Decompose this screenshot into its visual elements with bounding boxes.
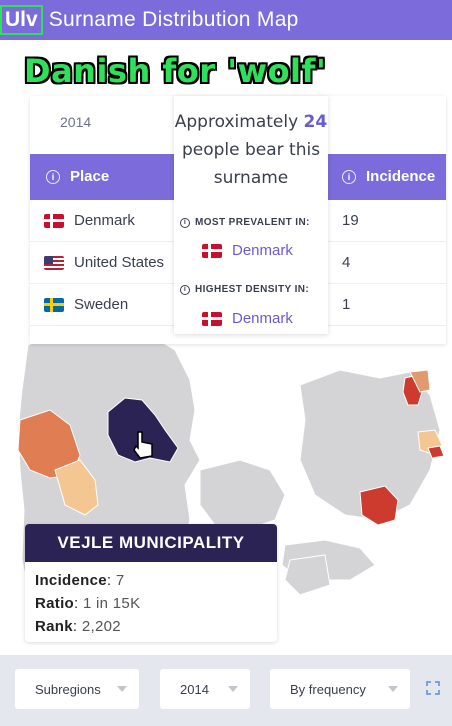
- most-prevalent-label: i MOST PREVALENT IN:: [180, 217, 310, 228]
- bearer-count: 24: [303, 112, 328, 132]
- year-dropdown[interactable]: 2014: [160, 669, 250, 709]
- surname-badge: Ulv: [0, 5, 43, 35]
- stat-rank: Rank: 2,202: [35, 618, 121, 635]
- chevron-down-icon: [117, 686, 127, 692]
- most-prevalent-country[interactable]: Denmark: [202, 242, 293, 259]
- stat-incidence: Incidence: 7: [35, 572, 125, 589]
- chevron-down-icon: [388, 686, 398, 692]
- row-incidence: 1: [342, 296, 351, 313]
- municipality-card: VEJLE MUNICIPALITY Incidence: 7 Ratio: 1…: [25, 524, 277, 642]
- subregions-dropdown[interactable]: Subregions: [15, 669, 139, 709]
- approximate-count-text: Approximately 24 people bear this surnam…: [174, 112, 328, 188]
- row-incidence: 4: [342, 254, 351, 271]
- denmark-flag-icon: [202, 243, 222, 258]
- summary-popup: Approximately 24 people bear this surnam…: [174, 96, 328, 334]
- denmark-flag-icon: [202, 311, 222, 326]
- chevron-down-icon: [228, 686, 238, 692]
- row-place: Denmark: [74, 212, 135, 229]
- highest-density-label: i HIGHEST DENSITY IN:: [180, 284, 309, 295]
- sweden-flag-icon: [44, 297, 64, 312]
- info-icon[interactable]: i: [180, 217, 190, 228]
- stat-ratio: Ratio: 1 in 15K: [35, 595, 141, 612]
- usa-flag-icon: [44, 255, 64, 270]
- row-incidence: 19: [342, 212, 359, 229]
- highest-density-country[interactable]: Denmark: [202, 310, 293, 327]
- info-icon[interactable]: i: [342, 169, 356, 184]
- column-header-place[interactable]: i Place: [46, 168, 109, 185]
- municipality-name: VEJLE MUNICIPALITY: [25, 524, 277, 562]
- sort-dropdown[interactable]: By frequency: [270, 669, 410, 709]
- expand-icon[interactable]: [426, 681, 440, 695]
- caption-overlay: Danish for 'wolf': [24, 52, 327, 90]
- row-place: United States: [74, 254, 165, 271]
- denmark-flag-icon: [44, 213, 64, 228]
- app-header: Ulv Surname Distribution Map: [0, 0, 452, 40]
- row-place: Sweden: [74, 296, 129, 313]
- info-icon[interactable]: i: [46, 169, 60, 184]
- column-header-incidence[interactable]: i Incidence: [342, 168, 435, 185]
- controls-bar: Subregions 2014 By frequency: [0, 655, 452, 726]
- page-title: Surname Distribution Map: [48, 8, 299, 31]
- table-year: 2014: [60, 114, 92, 130]
- info-icon[interactable]: i: [180, 284, 190, 295]
